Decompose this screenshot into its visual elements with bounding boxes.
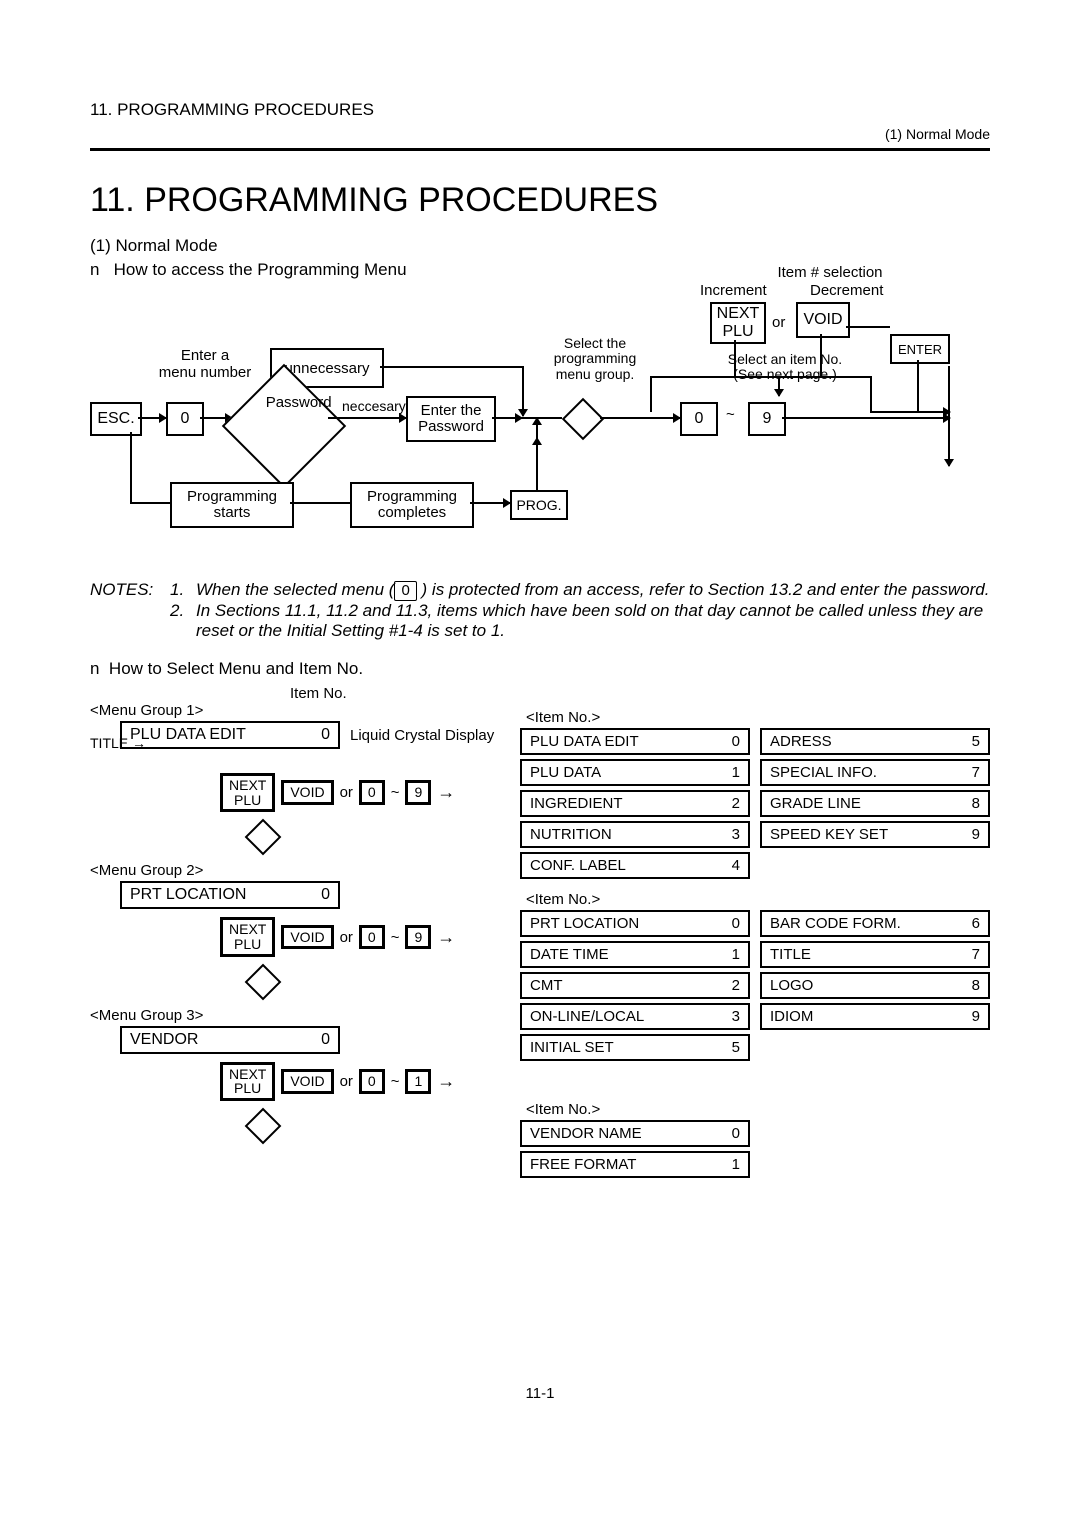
header-rule bbox=[90, 148, 990, 151]
label-or: or bbox=[772, 314, 785, 331]
note-1-text: When the selected menu (0 ) is protected… bbox=[196, 580, 990, 601]
item-row: INGREDIENT2 GRADE LINE8 bbox=[520, 790, 990, 817]
keyrow-1: NEXTPLU VOID or 0 ~ 9 → bbox=[220, 773, 520, 812]
item-row: PLU DATA EDIT0 ADRESS5 bbox=[520, 728, 990, 755]
keyrow-2: NEXTPLU VOID or 0 ~ 9 → bbox=[220, 917, 520, 956]
item-row: NUTRITION3 SPEED KEY SET9 bbox=[520, 821, 990, 848]
item-cell: SPEED KEY SET9 bbox=[760, 821, 990, 848]
item-cell: FREE FORMAT1 bbox=[520, 1151, 750, 1178]
item-cell: INGREDIENT2 bbox=[520, 790, 750, 817]
label-enter-menu-number: Enter amenu number bbox=[150, 348, 260, 381]
item-row: FREE FORMAT1 bbox=[520, 1151, 990, 1178]
label-menu-group-1: <Menu Group 1> bbox=[90, 702, 520, 719]
item-header-2: <Item No.> bbox=[526, 891, 990, 908]
display-prt-location: PRT LOCATION0 bbox=[120, 881, 340, 909]
item-cell: TITLE7 bbox=[760, 941, 990, 968]
diamond-icon-g3 bbox=[245, 1108, 282, 1145]
item-cell: CONF. LABEL4 bbox=[520, 852, 750, 879]
section-select-menu: n How to Select Menu and Item No. bbox=[90, 659, 990, 679]
box-prog-completes: Programmingcompletes bbox=[350, 482, 474, 528]
item-cell: SPECIAL INFO.7 bbox=[760, 759, 990, 786]
item-row: CMT2 LOGO8 bbox=[520, 972, 990, 999]
label-menu-group-2: <Menu Group 2> bbox=[90, 862, 520, 879]
flow-diagram: Item # selection Increment Decrement NEX… bbox=[90, 286, 990, 566]
item-row: DATE TIME1 TITLE7 bbox=[520, 941, 990, 968]
diamond-icon-1 bbox=[562, 398, 604, 440]
key-zero-g1: 0 bbox=[359, 780, 385, 805]
notes-lead: NOTES: bbox=[90, 580, 170, 601]
item-row: PRT LOCATION0 BAR CODE FORM.6 bbox=[520, 910, 990, 937]
page-number: 11-1 bbox=[90, 1385, 990, 1402]
item-cell: NUTRITION3 bbox=[520, 821, 750, 848]
item-cell: PLU DATA EDIT0 bbox=[520, 728, 750, 755]
key-enter: ENTER bbox=[890, 334, 950, 364]
keyrow-3: NEXTPLU VOID or 0 ~ 1 → bbox=[220, 1062, 520, 1101]
running-header-right: (1) Normal Mode bbox=[90, 126, 990, 142]
key-zero-g3: 0 bbox=[359, 1069, 385, 1094]
bullet: n bbox=[90, 260, 99, 279]
label-tilde: ~ bbox=[726, 406, 735, 423]
label-decrement: Decrement bbox=[810, 282, 883, 299]
key-zero-2: 0 bbox=[680, 402, 718, 436]
item-row: CONF. LABEL4 bbox=[520, 852, 990, 879]
key-hi-g3: 1 bbox=[405, 1069, 431, 1094]
subtitle-mode: (1) Normal Mode bbox=[90, 236, 990, 256]
diamond-icon-g2 bbox=[245, 963, 282, 1000]
item-header-1: <Item No.> bbox=[526, 709, 990, 726]
label-select-item: Select an item No.(See next page.) bbox=[710, 352, 860, 383]
key-void-1: VOID bbox=[281, 780, 333, 805]
page-title: 11. PROGRAMMING PROCEDURES bbox=[90, 181, 990, 220]
diamond-icon-g1 bbox=[245, 819, 282, 856]
item-row: PLU DATA1 SPECIAL INFO.7 bbox=[520, 759, 990, 786]
key-next-plu: NEXTPLU bbox=[710, 302, 766, 344]
key-void: VOID bbox=[796, 302, 850, 338]
key-nine: 9 bbox=[748, 402, 786, 436]
label-menu-group-3: <Menu Group 3> bbox=[90, 1007, 520, 1024]
item-cell: PRT LOCATION0 bbox=[520, 910, 750, 937]
label-neccesary: neccesary bbox=[342, 398, 406, 414]
label-select-group: Select theprogrammingmenu group. bbox=[540, 336, 650, 382]
item-cell: ON-LINE/LOCAL3 bbox=[520, 1003, 750, 1030]
label-increment: Increment bbox=[700, 282, 767, 299]
key-hi-g2: 9 bbox=[405, 925, 431, 950]
key-inline-zero: 0 bbox=[394, 581, 416, 601]
menu-select-diagram: Item No. <Menu Group 1> PLU DATA EDIT0 L… bbox=[90, 685, 990, 1365]
note-2-text: In Sections 11.1, 11.2 and 11.3, items w… bbox=[196, 601, 990, 641]
item-cell: INITIAL SET5 bbox=[520, 1034, 750, 1061]
item-cell: CMT2 bbox=[520, 972, 750, 999]
key-zero-g2: 0 bbox=[359, 925, 385, 950]
key-hi-g1: 9 bbox=[405, 780, 431, 805]
item-header-3: <Item No.> bbox=[526, 1101, 990, 1118]
key-void-2: VOID bbox=[281, 925, 333, 950]
item-row: VENDOR NAME0 bbox=[520, 1120, 990, 1147]
key-next-plu-2: NEXTPLU bbox=[220, 917, 275, 956]
key-void-3: VOID bbox=[281, 1069, 333, 1094]
item-row: INITIAL SET5 bbox=[520, 1034, 990, 1061]
note-1-num: 1. bbox=[170, 580, 196, 601]
key-zero-1: 0 bbox=[166, 402, 204, 436]
note-2-num: 2. bbox=[170, 601, 196, 641]
item-cell: GRADE LINE8 bbox=[760, 790, 990, 817]
display-vendor: VENDOR0 bbox=[120, 1026, 340, 1054]
key-next-plu-3: NEXTPLU bbox=[220, 1062, 275, 1101]
item-cell: VENDOR NAME0 bbox=[520, 1120, 750, 1147]
key-esc: ESC. bbox=[90, 402, 142, 436]
item-cell: ADRESS5 bbox=[760, 728, 990, 755]
key-prog: PROG. bbox=[510, 490, 568, 520]
label-title-pointer: TITLE → bbox=[90, 735, 520, 751]
label-item-selection: Item # selection bbox=[740, 264, 920, 281]
key-next-plu-1: NEXTPLU bbox=[220, 773, 275, 812]
box-enter-password: Enter thePassword bbox=[406, 396, 496, 442]
notes-block: NOTES: 1. When the selected menu (0 ) is… bbox=[90, 580, 990, 641]
item-cell: LOGO8 bbox=[760, 972, 990, 999]
item-cell: DATE TIME1 bbox=[520, 941, 750, 968]
item-cell: BAR CODE FORM.6 bbox=[760, 910, 990, 937]
running-header-left: 11. PROGRAMMING PROCEDURES bbox=[90, 100, 990, 120]
item-cell: PLU DATA1 bbox=[520, 759, 750, 786]
item-cell: IDIOM9 bbox=[760, 1003, 990, 1030]
box-prog-starts: Programmingstarts bbox=[170, 482, 294, 528]
item-row: ON-LINE/LOCAL3 IDIOM9 bbox=[520, 1003, 990, 1030]
